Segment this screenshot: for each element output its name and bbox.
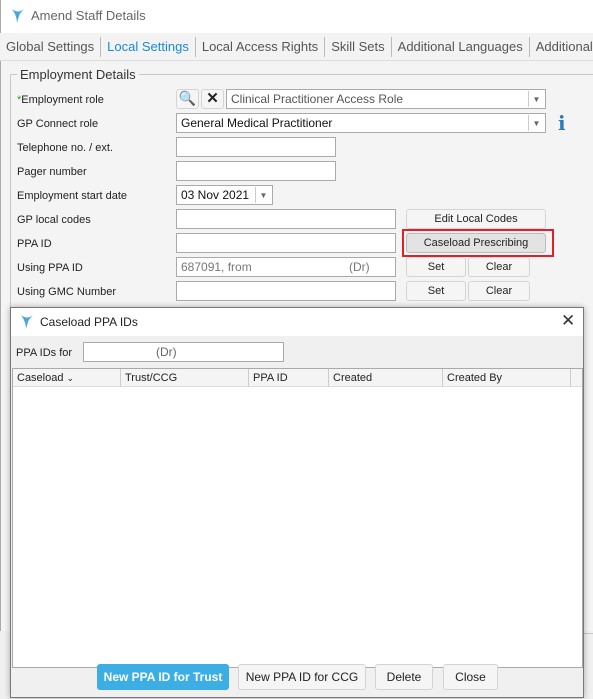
using-ppa-suffix: (Dr)	[349, 260, 370, 274]
ppa-ids-for-value: (Dr)	[156, 345, 177, 359]
chevron-down-icon: ▼	[528, 115, 544, 131]
delete-button[interactable]: Delete	[375, 664, 433, 690]
column-created-by[interactable]: Created By	[443, 369, 571, 387]
chevron-down-icon: ▼	[528, 91, 544, 107]
using-ppa-label: Using PPA ID	[17, 262, 83, 274]
using-gmc-label: Using GMC Number	[17, 286, 117, 298]
clear-ppa-button[interactable]: Clear	[468, 257, 530, 277]
clear-gmc-button[interactable]: Clear	[468, 281, 530, 301]
gp-local-codes-label: GP local codes	[17, 214, 91, 226]
tab-additional-details[interactable]: Additional Details	[530, 37, 593, 57]
column-caseload[interactable]: Caseload ⌄	[13, 369, 121, 387]
tab-skill-sets[interactable]: Skill Sets	[325, 36, 392, 57]
chevron-down-icon: ⌄	[66, 373, 75, 383]
window-titlebar: Amend Staff Details	[0, 0, 593, 33]
search-icon: 🔍	[178, 90, 197, 106]
start-date-value: 03 Nov 2021	[181, 188, 250, 202]
telephone-label: Telephone no. / ext.	[17, 142, 114, 154]
set-ppa-button[interactable]: Set	[406, 257, 466, 277]
close-icon[interactable]: ✕	[561, 311, 575, 331]
gp-connect-label: GP Connect role	[17, 118, 99, 130]
using-gmc-input	[176, 281, 396, 301]
close-icon: ✕	[206, 90, 219, 107]
app-logo-icon	[21, 315, 33, 329]
start-date-picker[interactable]: 03 Nov 2021 ▼	[176, 185, 273, 205]
ppa-ids-for-field: (Dr)	[83, 342, 284, 362]
close-button[interactable]: Close	[443, 664, 498, 690]
gp-connect-value: General Medical Practitioner	[181, 116, 333, 130]
new-ppa-id-for-trust-button[interactable]: New PPA ID for Trust	[97, 664, 229, 690]
column-ppa-id[interactable]: PPA ID	[249, 369, 329, 387]
employment-role-select[interactable]: Clinical Practitioner Access Role ▼	[226, 89, 546, 109]
gp-local-codes-input[interactable]	[176, 209, 396, 229]
dialog-title: Caseload PPA IDs	[40, 315, 138, 329]
using-ppa-input: 687091, from (Dr)	[176, 257, 396, 277]
group-legend: Employment Details	[17, 67, 139, 82]
grid-header: Caseload ⌄ Trust/CCG PPA ID Created Crea…	[13, 369, 582, 387]
chevron-down-icon: ▼	[255, 187, 271, 203]
window-title: Amend Staff Details	[31, 8, 146, 23]
tab-local-access-rights[interactable]: Local Access Rights	[196, 36, 326, 57]
info-icon[interactable]: i	[558, 111, 566, 135]
column-created[interactable]: Created	[329, 369, 443, 387]
app-logo-icon	[12, 9, 24, 23]
pager-input[interactable]	[176, 161, 336, 181]
ppa-ids-for-label: PPA IDs for	[16, 347, 73, 359]
using-ppa-value: 687091, from	[181, 260, 252, 274]
employment-role-label: Employment role	[21, 94, 104, 106]
telephone-input[interactable]	[176, 137, 336, 157]
gp-connect-select[interactable]: General Medical Practitioner ▼	[176, 113, 546, 133]
tab-local-settings[interactable]: Local Settings	[100, 36, 196, 60]
pager-label: Pager number	[17, 166, 87, 178]
edit-local-codes-button[interactable]: Edit Local Codes	[406, 209, 546, 229]
start-date-label: Employment start date	[17, 190, 128, 202]
search-role-button[interactable]: 🔍	[176, 89, 199, 109]
clear-role-button[interactable]: ✕	[201, 89, 224, 109]
column-trust-ccg[interactable]: Trust/CCG	[121, 369, 249, 387]
caseload-ppa-ids-dialog: Caseload PPA IDs ✕ PPA IDs for (Dr) Case…	[10, 307, 584, 698]
employment-role-value: Clinical Practitioner Access Role	[231, 92, 404, 106]
ppa-id-input[interactable]	[176, 233, 396, 253]
dialog-titlebar: Caseload PPA IDs ✕	[11, 308, 583, 336]
tab-additional-languages[interactable]: Additional Languages	[392, 36, 530, 57]
tab-global-settings[interactable]: Global Settings	[0, 36, 102, 57]
ppa-ids-grid: Caseload ⌄ Trust/CCG PPA ID Created Crea…	[12, 368, 583, 668]
ppa-id-label: PPA ID	[17, 238, 52, 250]
caseload-prescribing-button[interactable]: Caseload Prescribing	[406, 233, 546, 253]
set-gmc-button[interactable]: Set	[406, 281, 466, 301]
tab-bar: Global Settings Local Settings Local Acc…	[0, 33, 593, 61]
new-ppa-id-for-ccg-button[interactable]: New PPA ID for CCG	[238, 664, 366, 690]
